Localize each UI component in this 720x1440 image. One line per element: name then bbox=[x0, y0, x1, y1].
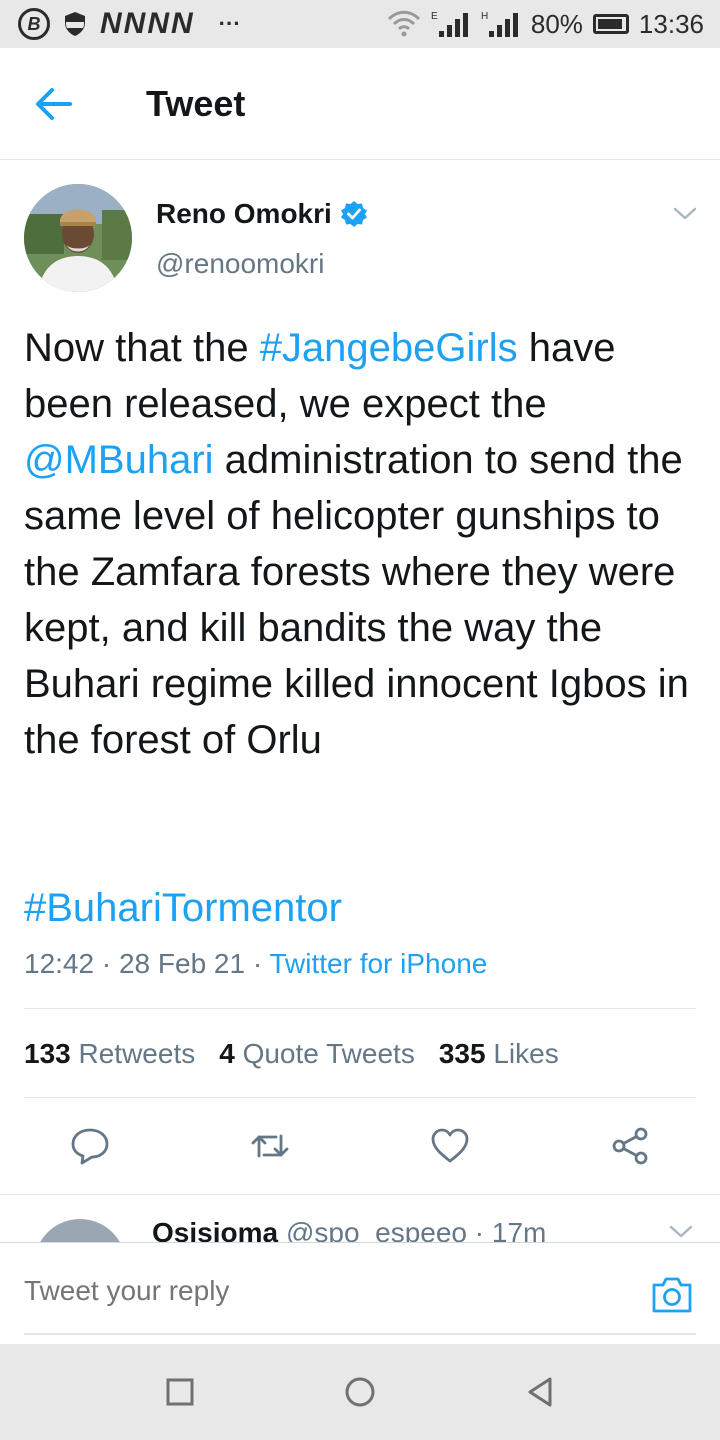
hashtag-link[interactable]: #BuhariTormentor bbox=[24, 880, 342, 936]
composer-underline bbox=[24, 1333, 696, 1335]
divider bbox=[24, 1008, 696, 1009]
reply-author-name[interactable]: Osisioma bbox=[152, 1215, 278, 1242]
page-title: Tweet bbox=[146, 83, 246, 124]
tweet-text-part: Now that the bbox=[24, 326, 260, 370]
chevron-down-icon[interactable] bbox=[672, 202, 698, 224]
status-bar: B NNNN ··· E H 80% 13:36 bbox=[0, 0, 720, 48]
chevron-down-icon[interactable] bbox=[668, 1221, 694, 1241]
tweet-actions bbox=[0, 1116, 720, 1176]
tweet-stats: 133 Retweets 4 Quote Tweets 335 Likes bbox=[24, 1034, 559, 1074]
status-bar-left: B NNNN ··· bbox=[18, 8, 241, 40]
tweet-time: 12:42 bbox=[24, 948, 95, 979]
reply-author-handle: @spo_espeeo · 17m bbox=[286, 1217, 547, 1242]
tweet-date: 28 Feb 21 bbox=[118, 948, 246, 979]
tweet-text: Now that the #JangebeGirls have been rel… bbox=[24, 320, 704, 768]
likes-label: Likes bbox=[493, 1038, 559, 1069]
tweet-meta: 12:42 · 28 Feb 21 · Twitter for iPhone bbox=[24, 946, 487, 982]
svg-text:E: E bbox=[431, 11, 438, 22]
tweet-text-part: administration to send the same level of… bbox=[24, 438, 689, 762]
camera-icon[interactable] bbox=[650, 1275, 694, 1315]
back-triangle-icon[interactable] bbox=[522, 1374, 558, 1410]
retweets-label: Retweets bbox=[78, 1038, 196, 1069]
tweet-header: Tweet bbox=[0, 48, 720, 160]
system-nav-bar bbox=[0, 1344, 720, 1440]
reply-input[interactable] bbox=[24, 1273, 624, 1309]
meta-separator: · bbox=[245, 948, 270, 979]
more-notifications-icon: ··· bbox=[218, 11, 241, 36]
shield-icon bbox=[65, 12, 85, 36]
status-bar-right: E H 80% 13:36 bbox=[387, 8, 704, 40]
arrow-left-icon[interactable] bbox=[30, 84, 74, 124]
author-handle[interactable]: @renoomokri bbox=[156, 246, 324, 282]
reply-composer bbox=[0, 1242, 720, 1344]
share-icon[interactable] bbox=[610, 1126, 650, 1166]
home-circle-icon[interactable] bbox=[342, 1374, 378, 1410]
author-avatar[interactable] bbox=[24, 184, 132, 292]
meta-separator: · bbox=[94, 948, 119, 979]
notification-icons: NNNN bbox=[100, 7, 195, 40]
recents-square-icon[interactable] bbox=[162, 1374, 198, 1410]
wifi-icon bbox=[387, 10, 420, 37]
svg-text:H: H bbox=[481, 11, 488, 22]
tweet-source-link[interactable]: Twitter for iPhone bbox=[269, 948, 487, 979]
reply-icon[interactable] bbox=[70, 1126, 110, 1166]
likes-count: 335 bbox=[438, 1038, 486, 1069]
quotes-label: Quote Tweets bbox=[242, 1038, 415, 1069]
signal-icon-1: E bbox=[431, 11, 468, 37]
b-app-icon: B bbox=[18, 8, 50, 40]
reply-avatar[interactable] bbox=[34, 1219, 126, 1242]
reply-preview[interactable]: Osisioma @spo_espeeo · 17m bbox=[0, 1195, 720, 1242]
battery-percent: 80% bbox=[530, 8, 583, 39]
retweets-stat[interactable]: 133 Retweets bbox=[24, 1034, 195, 1074]
quotes-count: 4 bbox=[219, 1038, 235, 1069]
retweets-count: 133 bbox=[24, 1038, 71, 1069]
battery-icon bbox=[592, 14, 629, 34]
likes-stat[interactable]: 335 Likes bbox=[439, 1034, 559, 1074]
verified-badge-icon bbox=[341, 201, 367, 227]
divider bbox=[24, 1097, 696, 1098]
retweet-icon[interactable] bbox=[250, 1126, 290, 1166]
like-icon[interactable] bbox=[430, 1126, 470, 1166]
mention-link[interactable]: @MBuhari bbox=[24, 438, 214, 482]
quote-tweets-stat[interactable]: 4 Quote Tweets bbox=[219, 1034, 415, 1074]
signal-icon-2: H bbox=[481, 11, 518, 37]
author-name[interactable]: Reno Omokri bbox=[156, 196, 332, 232]
hashtag-link[interactable]: #JangebeGirls bbox=[260, 326, 518, 370]
clock: 13:36 bbox=[638, 8, 704, 39]
